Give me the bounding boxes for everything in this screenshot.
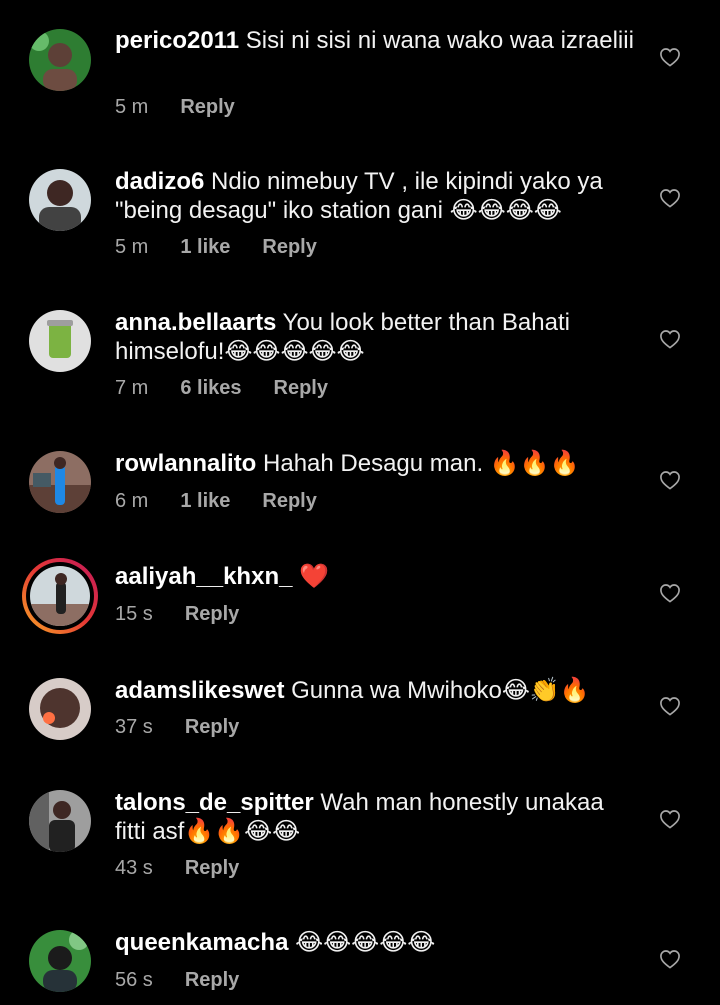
reply-button[interactable]: Reply	[185, 603, 239, 625]
like-heart-icon[interactable]	[659, 583, 681, 603]
comment-username[interactable]: talons_de_spitter	[115, 789, 314, 816]
reply-button[interactable]: Reply	[185, 716, 239, 738]
like-heart-icon[interactable]	[659, 470, 681, 490]
reply-button[interactable]: Reply	[185, 969, 239, 991]
comment-time: 37 s	[115, 716, 153, 738]
comment-text: talons_de_spitter Wah man honestly unaka…	[115, 788, 635, 846]
avatar[interactable]	[29, 790, 91, 852]
avatar-story-ring[interactable]	[22, 558, 98, 634]
avatar	[30, 566, 90, 626]
comment-body: Gunna wa Mwihoko😂👏🔥	[291, 677, 590, 704]
comment-time: 56 s	[115, 969, 153, 991]
avatar[interactable]	[29, 930, 91, 992]
comment-username[interactable]: perico2011	[115, 27, 239, 54]
comment-meta: 15 s Reply	[115, 603, 271, 626]
comment-text: perico2011 Sisi ni sisi ni wana wako waa…	[115, 26, 635, 55]
comment-username[interactable]: anna.bellaarts	[115, 309, 276, 336]
comment-time: 6 m	[115, 490, 149, 512]
like-heart-icon[interactable]	[659, 696, 681, 716]
comment-username[interactable]: rowlannalito	[115, 450, 256, 477]
reply-button[interactable]: Reply	[185, 857, 239, 879]
comment-text: dadizo6 Ndio nimebuy TV , ile kipindi ya…	[115, 167, 635, 225]
comment-meta: 5 m 1 like Reply	[115, 236, 349, 259]
comment-meta: 6 m 1 like Reply	[115, 490, 349, 513]
comment-time: 5 m	[115, 96, 149, 118]
comment-text: queenkamacha 😂😂😂😂😂	[115, 928, 635, 957]
comment-meta: 56 s Reply	[115, 969, 271, 992]
avatar[interactable]	[29, 29, 91, 91]
comment-time: 43 s	[115, 857, 153, 879]
like-heart-icon[interactable]	[659, 949, 681, 969]
likes-count[interactable]: 1 like	[180, 236, 230, 258]
comment-text: rowlannalito Hahah Desagu man. 🔥🔥🔥	[115, 449, 635, 478]
comment-username[interactable]: queenkamacha	[115, 929, 288, 956]
comment-time: 15 s	[115, 603, 153, 625]
avatar[interactable]	[29, 451, 91, 513]
comment-username[interactable]: dadizo6	[115, 168, 204, 195]
comment-meta: 7 m 6 likes Reply	[115, 377, 360, 400]
comment-body: ❤️	[299, 563, 330, 590]
like-heart-icon[interactable]	[659, 47, 681, 67]
reply-button[interactable]: Reply	[180, 96, 234, 118]
comment-text: adamslikeswet Gunna wa Mwihoko😂👏🔥	[115, 676, 635, 705]
comment-body: Sisi ni sisi ni wana wako waa izraeliii	[245, 27, 634, 54]
like-heart-icon[interactable]	[659, 809, 681, 829]
likes-count[interactable]: 6 likes	[180, 377, 241, 399]
comment-username[interactable]: adamslikeswet	[115, 677, 284, 704]
comment-meta: 37 s Reply	[115, 716, 271, 739]
like-heart-icon[interactable]	[659, 329, 681, 349]
comment-time: 7 m	[115, 377, 149, 399]
reply-button[interactable]: Reply	[262, 236, 316, 258]
avatar[interactable]	[29, 678, 91, 740]
reply-button[interactable]: Reply	[274, 377, 328, 399]
comment-meta: 5 m Reply	[115, 96, 267, 119]
comment-text: anna.bellaarts You look better than Baha…	[115, 308, 635, 366]
avatar[interactable]	[29, 310, 91, 372]
likes-count[interactable]: 1 like	[180, 490, 230, 512]
comment-meta: 43 s Reply	[115, 857, 271, 880]
comment-username[interactable]: aaliyah__khxn_	[115, 563, 292, 590]
comment-body: 😂😂😂😂😂	[295, 929, 436, 956]
comment-text: aaliyah__khxn_ ❤️	[115, 562, 635, 591]
comment-body: Hahah Desagu man. 🔥🔥🔥	[263, 450, 580, 477]
like-heart-icon[interactable]	[659, 188, 681, 208]
avatar[interactable]	[29, 169, 91, 231]
reply-button[interactable]: Reply	[262, 490, 316, 512]
comment-time: 5 m	[115, 236, 149, 258]
